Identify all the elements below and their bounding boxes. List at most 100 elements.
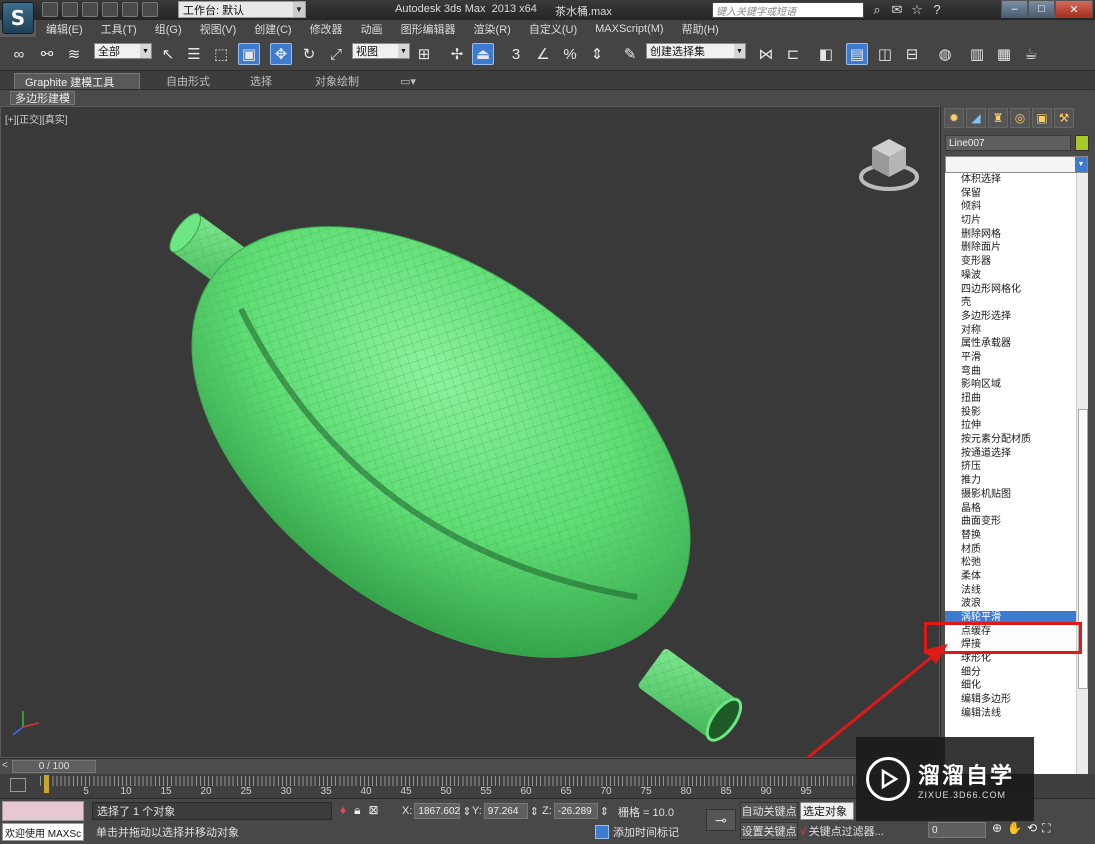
time-slider-prev-icon[interactable]: < [2,760,8,771]
modifier-list-item[interactable]: 变形器 [945,255,1076,269]
modifier-list-item[interactable]: 对称 [945,324,1076,338]
modifier-list-item[interactable]: 扭曲 [945,392,1076,406]
tab-graphite[interactable]: Graphite 建模工具 [14,73,140,89]
snap-toggle-icon[interactable]: 3 [505,43,527,65]
modifier-list-item[interactable]: 球形化 [945,652,1076,666]
modify-tab-icon[interactable]: ◢ [966,108,986,128]
app-logo-icon[interactable]: S [2,2,34,34]
zoom-icon[interactable]: ⊕ [992,821,1002,836]
time-slider[interactable]: < 0 / 100 > [0,758,940,774]
set-key-icon[interactable]: ⊸ [706,809,736,831]
modifier-list-item[interactable]: 投影 [945,406,1076,420]
mirror-icon[interactable]: ⋈ [755,43,777,65]
menu-customize[interactable]: 自定义(U) [529,21,577,37]
modifier-list-item[interactable]: 保留 [945,187,1076,201]
link-icon[interactable]: ∞ [8,43,30,65]
modifier-list-item[interactable]: 体积选择 [945,173,1076,187]
modifier-list-item[interactable]: 波浪 [945,597,1076,611]
spinner-icon[interactable]: ⇕ [600,805,609,818]
modifier-list-item[interactable]: 壳 [945,296,1076,310]
select-by-name-icon[interactable]: ☰ [183,43,205,65]
binoculars-icon[interactable]: ⌕ [870,2,884,18]
modifier-list-item[interactable]: 拉伸 [945,419,1076,433]
menu-create[interactable]: 创建(C) [254,21,291,37]
window-crossing-icon[interactable]: ▣ [238,43,260,65]
keyboard-shortcut-override-icon[interactable]: ⏏ [472,43,494,65]
project-folder-icon[interactable] [142,2,158,17]
communication-center-icon[interactable]: ✉ [890,2,904,18]
isolate-selection-icon[interactable]: ♦ [340,803,346,818]
modifier-list-item[interactable]: 晶格 [945,502,1076,516]
rendered-frame-window-icon[interactable]: ▦ [993,43,1015,65]
object-color-swatch[interactable] [1075,135,1089,151]
layer-manager-icon[interactable]: ◧ [815,43,837,65]
modifier-list-item[interactable]: 按元素分配材质 [945,433,1076,447]
menu-rendering[interactable]: 渲染(R) [474,21,511,37]
menu-group[interactable]: 组(G) [155,21,182,37]
orbit-icon[interactable]: ⟲ [1027,821,1037,836]
time-slider-thumb[interactable]: 0 / 100 [12,760,96,773]
favorites-star-icon[interactable]: ☆ [910,2,924,18]
add-time-tag[interactable]: 添加时间标记 [595,824,679,840]
modifier-list-item[interactable]: 摄影机贴图 [945,488,1076,502]
curve-editor-icon[interactable]: ◫ [874,43,896,65]
new-file-icon[interactable] [42,2,58,17]
align-icon[interactable]: ⊏ [782,43,804,65]
graphite-toggle-icon[interactable]: ▤ [846,43,868,65]
modifier-list-item[interactable]: 柔体 [945,570,1076,584]
spinner-icon[interactable]: ⇕ [530,805,539,818]
perspective-viewport[interactable]: [+][正交][真实] [0,106,940,758]
schematic-view-icon[interactable]: ⊟ [901,43,923,65]
motion-tab-icon[interactable]: ◎ [1010,108,1030,128]
modifier-list-item[interactable]: 删除网格 [945,228,1076,242]
y-field[interactable]: 97.264 [483,803,528,819]
modifier-list-item[interactable]: 切片 [945,214,1076,228]
modifier-list-item[interactable]: 四边形网格化 [945,283,1076,297]
bulb-mesh-object[interactable] [1,107,940,758]
selection-lock-icon[interactable]: 🔒︎ [354,803,360,818]
modifier-list-item[interactable]: 弯曲 [945,365,1076,379]
modifier-list-item[interactable]: 删除面片 [945,241,1076,255]
undo-icon[interactable] [102,2,118,17]
modifier-list-item[interactable]: 挤压 [945,460,1076,474]
pivot-center-icon[interactable]: ⊞ [413,43,435,65]
modifier-list-item[interactable]: 平滑 [945,351,1076,365]
menu-views[interactable]: 视图(V) [200,21,237,37]
modifier-list[interactable]: 体积选择 保留 倾斜 切片 删除网格 删除面片 变形器 噪波 四边形网格化壳多边形选择 对称 属性承… [945,173,1076,825]
modifier-list-item[interactable]: 按通道选择 [945,447,1076,461]
modifier-list-item[interactable]: 替换 [945,529,1076,543]
named-selection-set-select[interactable]: 创建选择集 ▼ [646,43,746,59]
key-filters-button[interactable]: √ 关键点过滤器... [800,822,900,840]
modifier-list-item[interactable]: 编辑多边形 [945,693,1076,707]
maximize-button[interactable]: □ [1028,0,1055,18]
key-filter-selected-select[interactable]: 选定对象 [800,802,854,820]
maximize-viewport-icon[interactable]: ⛶ [1042,821,1050,836]
select-move-icon[interactable]: ✥ [270,43,292,65]
modifier-list-item[interactable]: 倾斜 [945,200,1076,214]
tab-object-paint[interactable]: 对象绘制 [305,73,369,89]
modifier-list-item[interactable]: 推力 [945,474,1076,488]
percent-snap-icon[interactable]: % [559,43,581,65]
menu-modifiers[interactable]: 修改器 [310,21,343,37]
keyword-search-input[interactable]: 键入关键字或短语 [712,2,864,18]
pan-hand-icon[interactable]: ✋ [1007,821,1022,836]
modifier-list-dropdown[interactable]: ▼ [945,156,1088,173]
tab-freeform[interactable]: 自由形式 [156,73,220,89]
auto-key-button[interactable]: 自动关键点 [740,802,798,820]
modifier-list-item[interactable]: 编辑法线 [945,707,1076,721]
help-icon[interactable]: ? [930,2,944,18]
ribbon-options-icon[interactable]: ▭▾ [390,73,426,89]
modifier-list-item[interactable]: 多边形选择 [945,310,1076,324]
object-name-field[interactable]: Line007 [945,135,1071,151]
close-button[interactable]: ✕ [1055,0,1093,18]
redo-icon[interactable] [122,2,138,17]
polygon-modeling-tab[interactable]: 多边形建模 [10,91,75,105]
utilities-tab-icon[interactable]: ⚒ [1054,108,1074,128]
menu-animation[interactable]: 动画 [361,21,383,37]
spinner-icon[interactable]: ⇕ [462,805,471,818]
modifier-list-scrollbar[interactable] [1076,173,1088,823]
reference-coordinate-select[interactable]: 视图 ▼ [352,43,410,59]
modifier-list-item[interactable]: 细分 [945,666,1076,680]
menu-help[interactable]: 帮助(H) [682,21,719,37]
hierarchy-tab-icon[interactable]: ♜ [988,108,1008,128]
